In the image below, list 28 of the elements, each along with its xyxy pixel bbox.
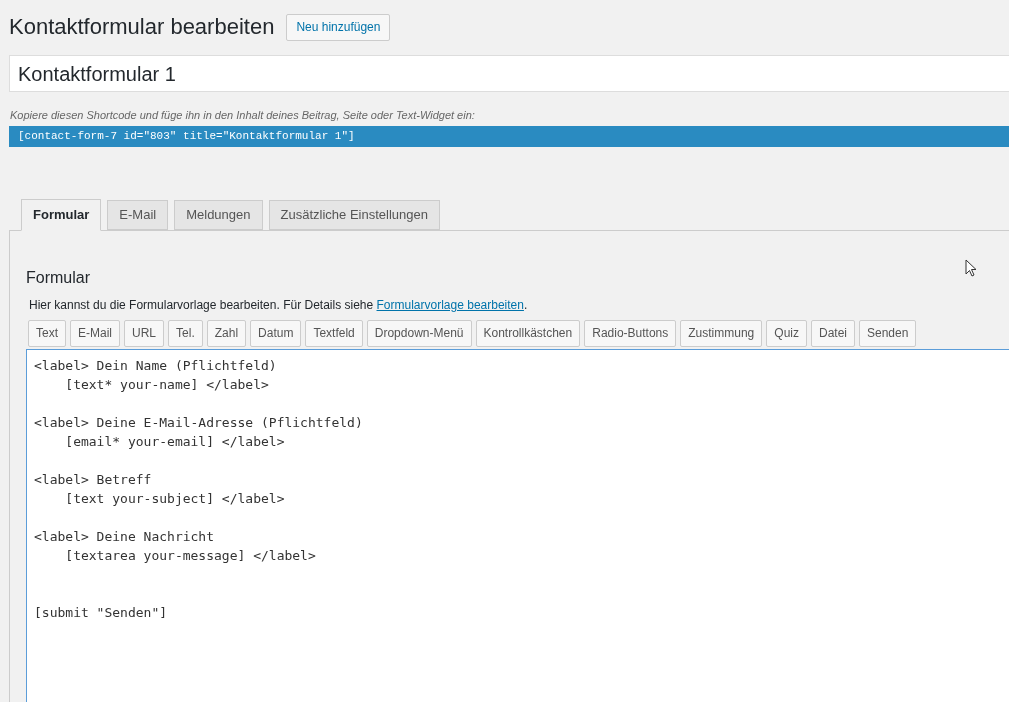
- tag-button[interactable]: Tel.: [168, 319, 203, 347]
- add-new-button[interactable]: Neu hinzufügen: [286, 13, 391, 41]
- shortcode-field[interactable]: [contact-form-7 id="803" title="Kontaktformular 1"]: [9, 125, 1009, 147]
- title-field[interactable]: Kontaktformular 1: [9, 55, 1009, 92]
- tag-button[interactable]: Text: [28, 319, 66, 347]
- panel-heading: Formular: [26, 267, 90, 288]
- tab[interactable]: E-Mail: [107, 199, 169, 230]
- tag-button[interactable]: Dropdown-Menü: [366, 319, 472, 347]
- tag-button[interactable]: Quiz: [766, 319, 807, 347]
- tab[interactable]: Meldungen: [174, 199, 263, 230]
- code-editor[interactable]: <label> Dein Name (Pflichtfeld) [text* your-name] </label> <label> Deine E-Mail-Adresse (Pflichtfeld) [email* your-email] </label> <label> Betreff [text your-subject] </label> <label> Deine Nachricht [textarea your-message] </label> [submit "Senden"]: [26, 348, 1009, 702]
- tag-button[interactable]: Zustimmung: [680, 319, 763, 347]
- tag-button[interactable]: Textfeld: [305, 319, 363, 347]
- tag-button[interactable]: Datei: [811, 319, 855, 347]
- template-link[interactable]: Formularvorlage bearbeiten: [376, 297, 524, 312]
- tab[interactable]: Formular: [21, 198, 102, 231]
- panel-description: Hier kannst du die Formularvorlage bearbeiten. Für Details siehe Formularvorlage bearbeiten.: [29, 296, 529, 314]
- page-title: Kontaktformular bearbeiten: [9, 13, 275, 41]
- tag-button[interactable]: Datum: [250, 319, 302, 347]
- shortcode-hint: Kopiere diesen Shortcode und füge ihn in den Inhalt deines Beitrag, Seite oder Text-Widget ein:: [10, 108, 476, 123]
- tab[interactable]: Zusätzliche Einstellungen: [268, 199, 440, 230]
- tag-button[interactable]: Radio-Buttons: [584, 319, 677, 347]
- tag-button[interactable]: Senden: [859, 319, 917, 347]
- tag-button[interactable]: Zahl: [206, 319, 247, 347]
- tag-button[interactable]: URL: [124, 319, 165, 347]
- tag-button[interactable]: E-Mail: [70, 319, 121, 347]
- tag-button[interactable]: Kontrollkästchen: [475, 319, 581, 347]
- mouse-pointer-icon: [965, 259, 977, 277]
